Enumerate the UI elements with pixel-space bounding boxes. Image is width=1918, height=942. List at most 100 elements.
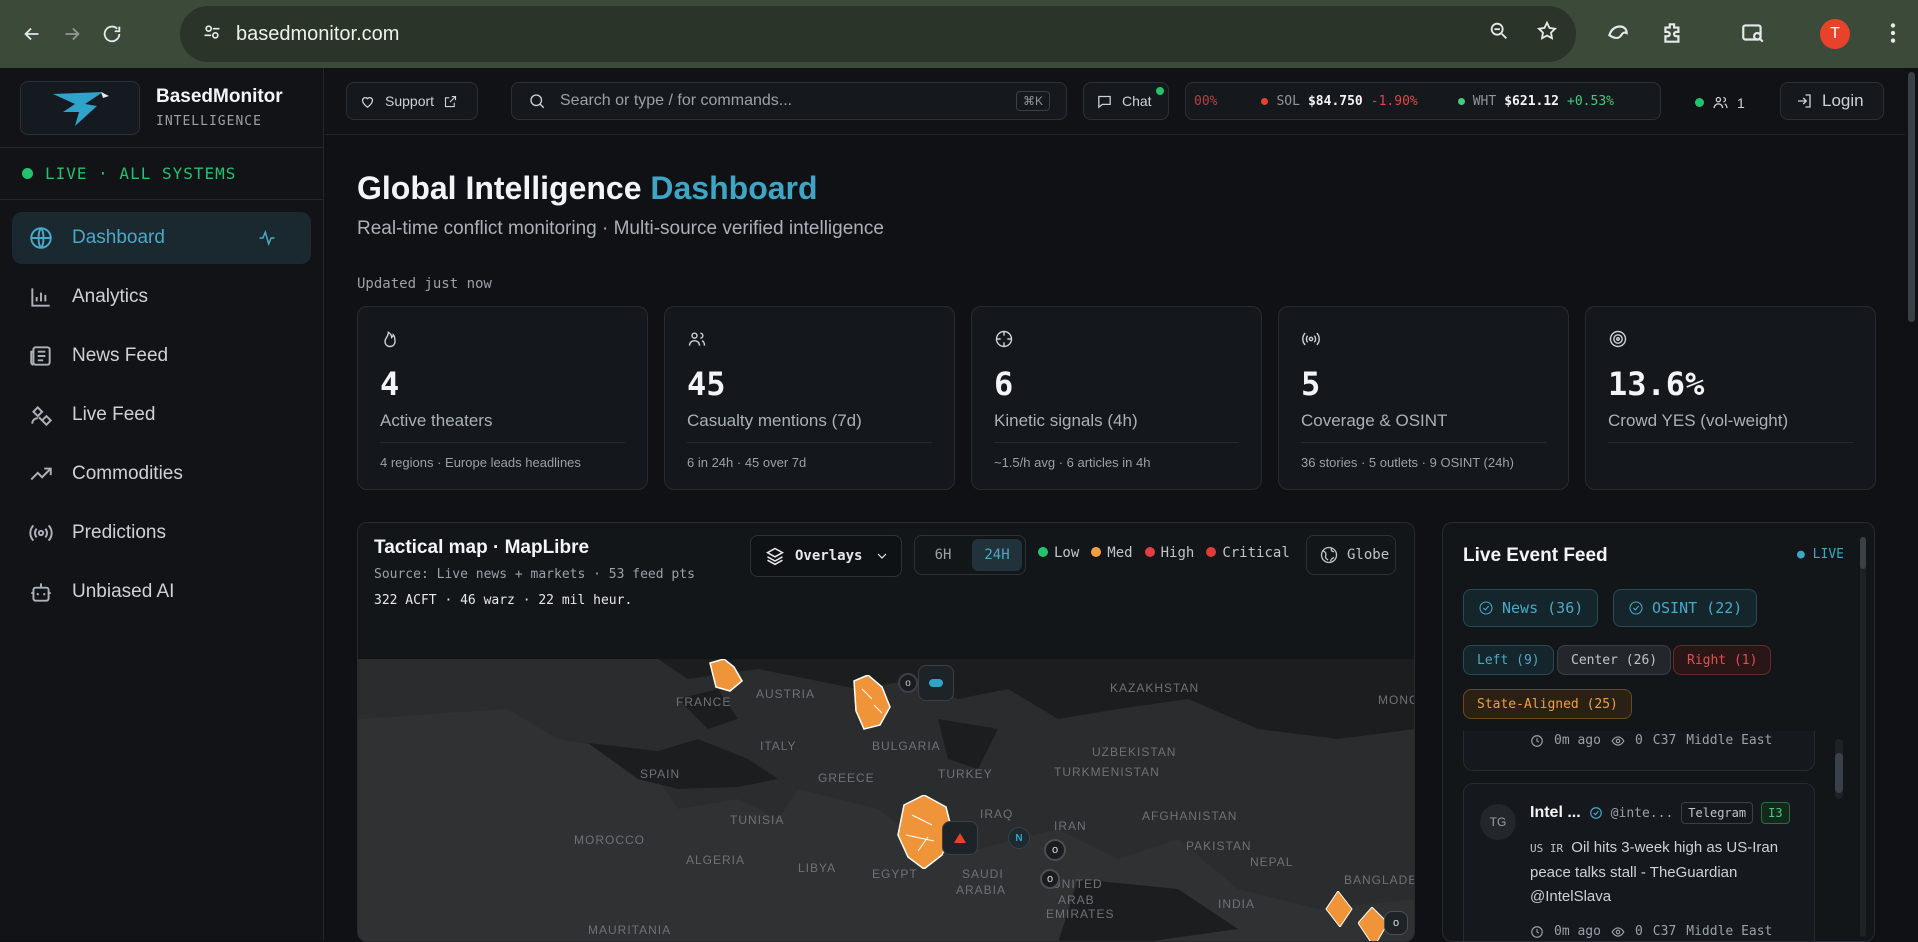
sidebar-item-analytics[interactable]: Analytics bbox=[12, 271, 311, 323]
page-title: Global Intelligence Dashboard bbox=[357, 170, 818, 207]
brand[interactable]: BasedMonitor INTELLIGENCE bbox=[0, 68, 323, 148]
market-ticker[interactable]: 00% SOL $84.750 -1.90% WHT $621.12 +0.53… bbox=[1185, 82, 1661, 120]
cluster-marker[interactable]: o bbox=[1384, 911, 1408, 935]
chat-button[interactable]: Chat bbox=[1083, 82, 1169, 120]
aircraft-marker[interactable] bbox=[942, 821, 978, 855]
chip-label: OSINT (22) bbox=[1652, 599, 1743, 617]
map-label: AFGHANISTAN bbox=[1142, 809, 1238, 823]
divider bbox=[380, 442, 625, 443]
extension-puzzle-icon[interactable] bbox=[1605, 20, 1631, 51]
stat-card-casualty-mentions[interactable]: 45 Casualty mentions (7d) 6 in 24h · 45 … bbox=[664, 306, 955, 490]
item-meta: 0m ago 0 C37 Middle East bbox=[1530, 733, 1772, 748]
sidebar-item-dashboard[interactable]: Dashboard bbox=[12, 212, 311, 264]
filter-chip-osint[interactable]: OSINT (22) bbox=[1613, 589, 1758, 627]
online-dot bbox=[1695, 98, 1704, 107]
range-6h[interactable]: 6H bbox=[918, 539, 968, 571]
stat-card-active-theaters[interactable]: 4 Active theaters 4 regions · Europe lea… bbox=[357, 306, 648, 490]
bias-tag-right[interactable]: Right (1) bbox=[1673, 645, 1772, 675]
feed-list-scrollbar[interactable] bbox=[1835, 739, 1843, 799]
bookmark-star-icon[interactable] bbox=[1536, 20, 1558, 47]
stat-card-coverage-osint[interactable]: 5 Coverage & OSINT 36 stories · 5 outlet… bbox=[1278, 306, 1569, 490]
browser-menu-icon[interactable] bbox=[1880, 20, 1906, 51]
globe-toggle[interactable]: Globe bbox=[1306, 535, 1396, 575]
stat-label: Casualty mentions (7d) bbox=[687, 411, 862, 430]
bias-tag-state-aligned[interactable]: State-Aligned (25) bbox=[1463, 689, 1632, 719]
trending-up-icon bbox=[30, 467, 52, 481]
sidebar-nav: Dashboard Analytics News Feed Live Feed … bbox=[0, 200, 323, 618]
chat-online-dot bbox=[1156, 87, 1164, 95]
event-marker-cluster-balkans[interactable] bbox=[848, 675, 894, 735]
map-canvas[interactable]: FRANCE AUSTRIA ITALY SPAIN BULGARIA GREE… bbox=[358, 659, 1414, 941]
tab-search-icon[interactable] bbox=[1740, 20, 1766, 51]
sidebar-item-live-feed[interactable]: Live Feed bbox=[12, 389, 311, 441]
feed-item[interactable]: 0m ago 0 C37 Middle East bbox=[1463, 731, 1815, 771]
updated-timestamp: Updated just now bbox=[357, 276, 492, 292]
range-24h[interactable]: 24H bbox=[972, 539, 1022, 571]
map-label: EMIRATES bbox=[1046, 907, 1115, 921]
radio-icon bbox=[1302, 332, 1320, 346]
stat-value: 45 bbox=[687, 365, 726, 403]
profile-avatar[interactable]: T bbox=[1820, 19, 1850, 49]
page-scrollbar[interactable] bbox=[1905, 68, 1918, 940]
external-link-icon bbox=[444, 95, 457, 107]
item-code: C37 bbox=[1652, 733, 1677, 748]
online-users[interactable]: 1 bbox=[1695, 94, 1745, 111]
crosshair-icon bbox=[995, 330, 1013, 348]
bias-tag-left[interactable]: Left (9) bbox=[1463, 645, 1554, 675]
bias-tag-center[interactable]: Center (26) bbox=[1557, 645, 1672, 675]
stat-card-crowd-yes[interactable]: 13.6% Crowd YES (vol-weight) bbox=[1585, 306, 1876, 490]
feed-item[interactable]: TG Intel ... @inte... Telegram I3 US IR … bbox=[1463, 783, 1815, 941]
event-marker-cluster-bangladesh[interactable] bbox=[1324, 891, 1354, 927]
sidebar-item-unbiased-ai[interactable]: Unbiased AI bbox=[12, 566, 311, 618]
title-accent: Dashboard bbox=[650, 170, 818, 206]
globe-icon bbox=[1320, 546, 1338, 564]
feed-panel-scroll-thumb[interactable] bbox=[1860, 537, 1866, 569]
clock-icon bbox=[1531, 925, 1543, 938]
sidebar-item-news-feed[interactable]: News Feed bbox=[12, 330, 311, 382]
map-label: MOROCCO bbox=[574, 833, 645, 847]
support-label: Support bbox=[385, 93, 435, 109]
cluster-marker[interactable]: o bbox=[1044, 839, 1066, 861]
address-bar[interactable]: basedmonitor.com bbox=[180, 6, 1576, 62]
ship-marker[interactable] bbox=[918, 665, 954, 701]
time-range-toggle: 6H 24H bbox=[914, 535, 1026, 575]
support-button[interactable]: Support bbox=[346, 82, 478, 120]
feed-list-scroll-thumb[interactable] bbox=[1835, 753, 1843, 793]
feed-panel-scrollbar[interactable] bbox=[1860, 537, 1866, 937]
page-scroll-thumb[interactable] bbox=[1908, 72, 1915, 322]
forward-icon[interactable] bbox=[54, 16, 90, 52]
extensions-icon[interactable] bbox=[1660, 20, 1686, 51]
login-button[interactable]: Login bbox=[1780, 82, 1884, 120]
search-input[interactable]: Search or type / for commands... ⌘K bbox=[511, 82, 1067, 120]
browser-toolbar: basedmonitor.com T bbox=[0, 0, 1918, 68]
event-marker-cluster-france[interactable] bbox=[706, 659, 746, 699]
search-shortcut: ⌘K bbox=[1015, 91, 1050, 111]
zoom-icon[interactable] bbox=[1488, 20, 1510, 47]
filter-chip-news[interactable]: News (36) bbox=[1463, 589, 1599, 627]
stat-card-kinetic-signals[interactable]: 6 Kinetic signals (4h) ~1.5/h avg · 6 ar… bbox=[971, 306, 1262, 490]
sidebar-item-label: Dashboard bbox=[72, 227, 165, 248]
site-settings-icon[interactable] bbox=[202, 22, 222, 47]
map-label: TURKMENISTAN bbox=[1054, 765, 1160, 779]
reload-icon[interactable] bbox=[94, 16, 130, 52]
map-label: LIBYA bbox=[798, 861, 837, 875]
sidebar-item-predictions[interactable]: Predictions bbox=[12, 507, 311, 559]
ticker-change: +0.53% bbox=[1567, 93, 1614, 109]
globe-icon bbox=[30, 227, 52, 249]
back-icon[interactable] bbox=[14, 16, 50, 52]
sidebar-item-label: Commodities bbox=[72, 463, 183, 484]
ticker-partial: 00% bbox=[1194, 93, 1218, 109]
cluster-marker[interactable]: o bbox=[898, 673, 918, 693]
url-text[interactable]: basedmonitor.com bbox=[236, 23, 399, 46]
bar-chart-icon bbox=[31, 288, 50, 307]
ticker-wht: WHT $621.12 +0.53% bbox=[1457, 93, 1614, 109]
map-label: SAUDI bbox=[962, 867, 1004, 881]
stat-value: 4 bbox=[380, 365, 400, 403]
overlays-dropdown[interactable]: Overlays bbox=[750, 535, 902, 577]
heart-icon bbox=[361, 96, 374, 108]
page-subtitle: Real-time conflict monitoring · Multi-so… bbox=[357, 218, 884, 239]
sidebar-item-commodities[interactable]: Commodities bbox=[12, 448, 311, 500]
cluster-marker[interactable]: o bbox=[1040, 869, 1060, 889]
search-placeholder: Search or type / for commands... bbox=[560, 92, 793, 109]
naval-marker[interactable]: N bbox=[1008, 827, 1030, 849]
